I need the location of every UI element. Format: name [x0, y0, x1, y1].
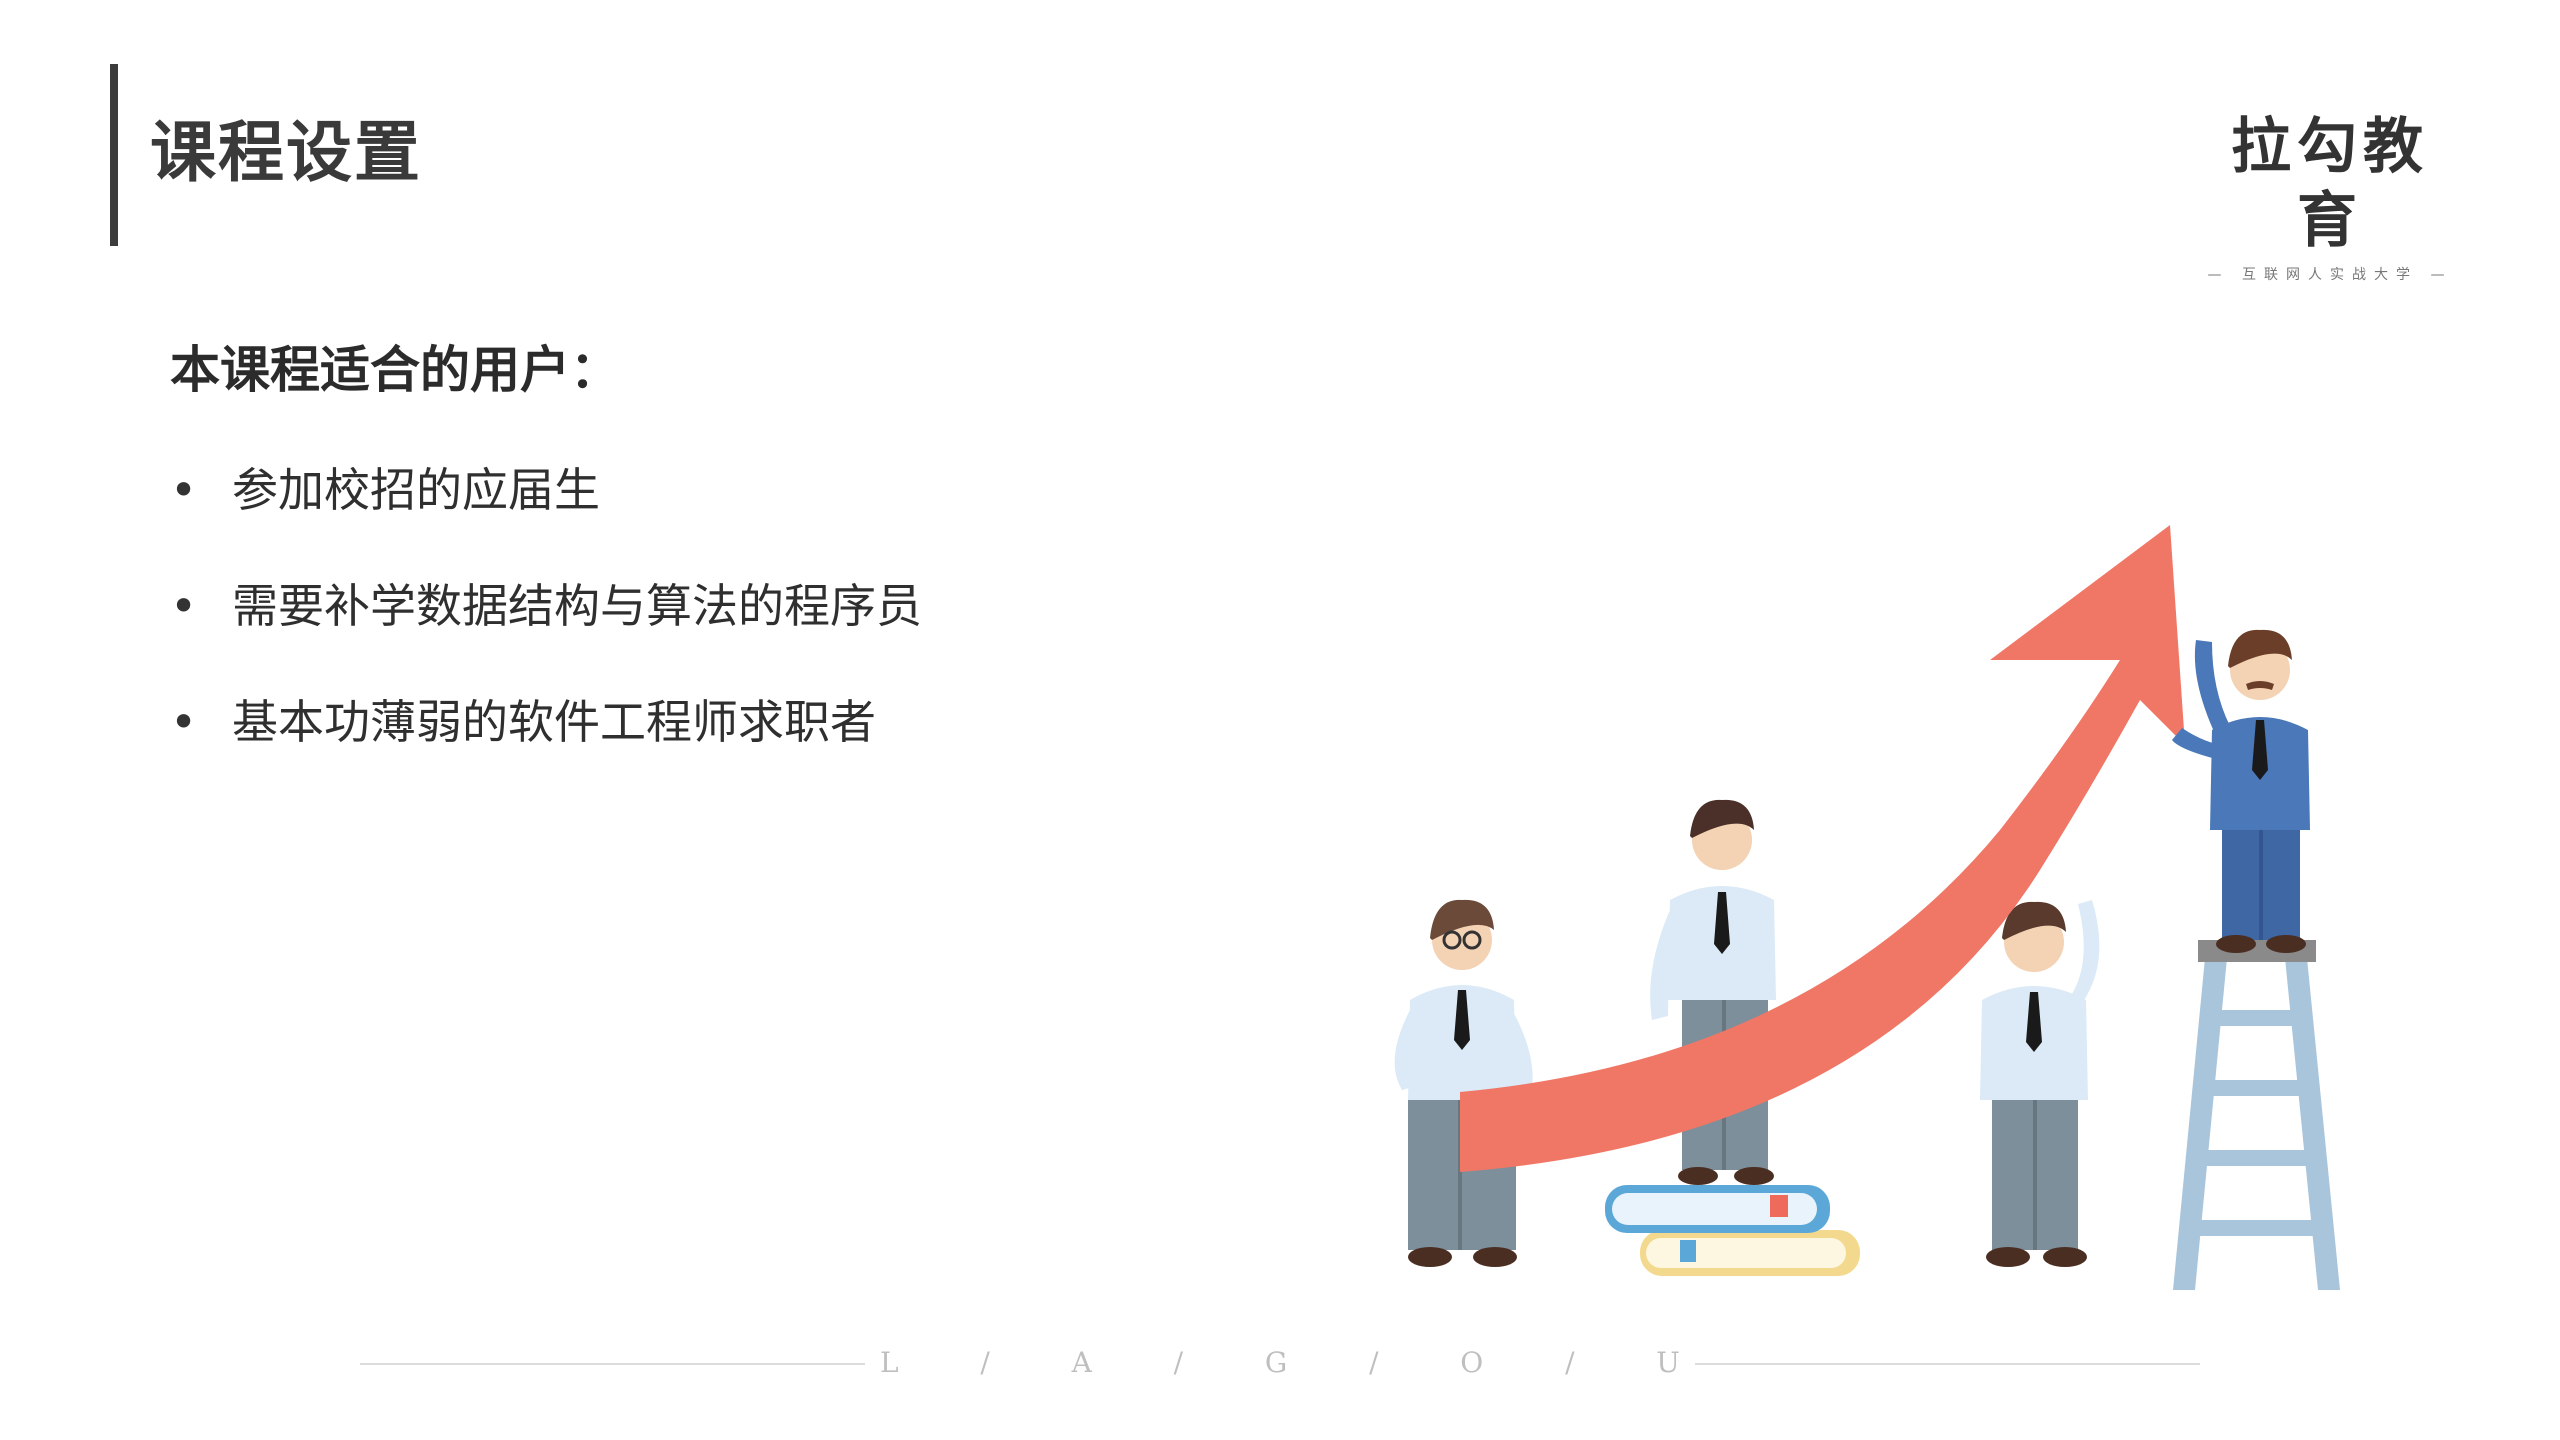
list-item-text: 基本功薄弱的软件工程师求职者 — [232, 695, 876, 749]
footer-letter: G — [1264, 1346, 1288, 1379]
list-item-text: 需要补学数据结构与算法的程序员 — [232, 579, 922, 633]
footer-separator: / — [1173, 1346, 1184, 1379]
list-item: • 参加校招的应届生 — [170, 455, 922, 571]
list-item-text: 参加校招的应届生 — [232, 463, 600, 517]
footer-separator: / — [1369, 1346, 1379, 1379]
audience-list: • 参加校招的应届生 • 需要补学数据结构与算法的程序员 • 基本功薄弱的软件工… — [170, 455, 922, 803]
footer-letter: U — [1656, 1346, 1680, 1379]
slide-title: 课程设置 — [150, 114, 422, 191]
bullet-icon: • — [170, 695, 198, 749]
bullet-icon: • — [170, 463, 198, 517]
footer-divider-left — [360, 1363, 865, 1365]
footer-divider-right — [1695, 1363, 2200, 1365]
worker-figure — [1394, 899, 1533, 1267]
worker-figure — [2172, 629, 2310, 953]
books-icon — [1605, 1185, 1860, 1276]
footer-separator: / — [1565, 1346, 1575, 1379]
brand-logo-text: 拉勾教育 — [2231, 112, 2429, 256]
presentation-slide: 课程设置 拉勾教育 — 互联网人实战大学 — 本课程适合的用户： • 参加校招的… — [0, 0, 2560, 1440]
footer-letter: A — [1071, 1346, 1092, 1379]
footer-letter: L — [880, 1346, 899, 1379]
footer-letter: O — [1460, 1346, 1484, 1379]
audience-heading: 本课程适合的用户： — [170, 341, 620, 399]
footer-separator: / — [980, 1346, 990, 1379]
ladder-icon — [2173, 940, 2340, 1290]
brand-slogan: — 互联网人实战大学 — — [2207, 267, 2453, 283]
title-accent-bar — [110, 64, 118, 246]
growth-team-illustration — [1394, 525, 2340, 1290]
list-item: • 需要补学数据结构与算法的程序员 — [170, 571, 922, 687]
brand-logo: 拉勾教育 — 互联网人实战大学 — — [2200, 110, 2460, 284]
worker-figure — [1980, 900, 2100, 1267]
bullet-icon: • — [170, 579, 198, 633]
list-item: • 基本功薄弱的软件工程师求职者 — [170, 687, 922, 803]
footer-brand-letters: L / A / G / O / U — [880, 1346, 1680, 1379]
